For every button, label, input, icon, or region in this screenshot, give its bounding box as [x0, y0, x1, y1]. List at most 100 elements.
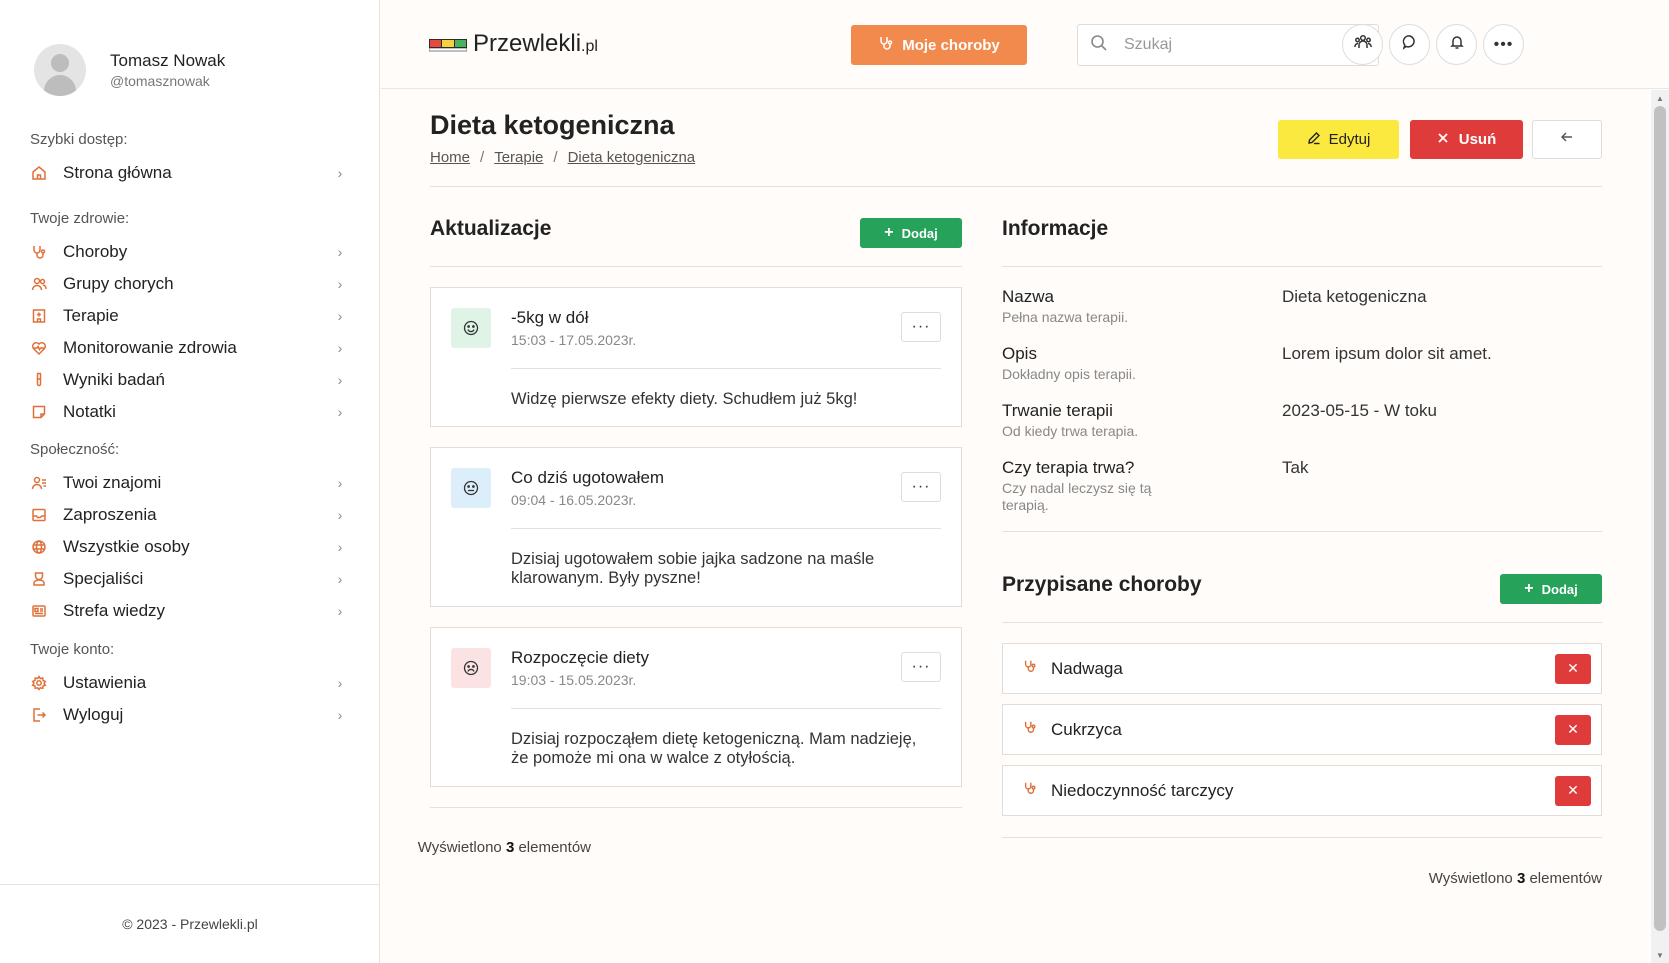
- remove-disease-button[interactable]: ✕: [1555, 653, 1591, 684]
- sidebar-item-wyniki-badan[interactable]: Wyniki badań ›: [30, 364, 350, 396]
- info-value: Tak: [1282, 458, 1309, 477]
- more-button[interactable]: •••: [1483, 24, 1524, 65]
- sidebar-item-wyloguj[interactable]: Wyloguj ›: [30, 699, 350, 731]
- my-diseases-button[interactable]: Moje choroby: [851, 25, 1027, 65]
- stethoscope-icon: [30, 243, 48, 261]
- add-label: Dodaj: [901, 225, 938, 241]
- disease-item[interactable]: Cukrzyca ✕: [1002, 704, 1602, 755]
- close-icon: [1437, 131, 1449, 148]
- chevron-right-icon: ›: [337, 404, 343, 420]
- plus-icon: +: [884, 224, 894, 241]
- nav-heading: Twoje konto:: [30, 641, 115, 658]
- disease-item[interactable]: Niedoczynność tarczycy ✕: [1002, 765, 1602, 816]
- sidebar-item-label: Wyloguj: [63, 705, 124, 724]
- logo[interactable]: Przewlekli.pl: [428, 30, 598, 58]
- groups-button[interactable]: [1342, 24, 1383, 65]
- update-more-button[interactable]: ···: [901, 652, 941, 682]
- main-content: Dieta ketogeniczna Home / Terapie / Diet…: [381, 90, 1651, 963]
- sidebar-item-notatki[interactable]: Notatki ›: [30, 396, 350, 428]
- chevron-right-icon: ›: [337, 244, 343, 260]
- count-number: 3: [505, 839, 515, 856]
- sidebar: Tomasz Nowak @tomasznowak Szybki dostęp:…: [0, 0, 380, 963]
- disease-item[interactable]: Nadwaga ✕: [1002, 643, 1602, 694]
- nav-quick-access: Szybki dostęp: Strona główna ›: [30, 131, 350, 189]
- users-icon: [1353, 33, 1372, 56]
- logo-suffix: .pl: [581, 38, 598, 55]
- back-button[interactable]: [1532, 120, 1602, 159]
- stethoscope-icon: [878, 35, 894, 55]
- sidebar-item-terapie[interactable]: Terapie ›: [30, 300, 350, 332]
- search-box[interactable]: [1077, 24, 1379, 66]
- disease-name: Cukrzyca: [1051, 719, 1122, 739]
- breadcrumb-terapie[interactable]: Terapie: [494, 149, 543, 166]
- disease-name: Niedoczynność tarczycy: [1051, 780, 1234, 800]
- scroll-thumb[interactable]: [1654, 106, 1666, 931]
- search-input[interactable]: [1124, 36, 1344, 54]
- updates-title: Aktualizacje: [430, 217, 552, 240]
- update-body: Dzisiaj ugotowałem sobie jajka sadzone n…: [511, 550, 875, 587]
- update-more-button[interactable]: ···: [901, 472, 941, 502]
- gear-icon: [30, 674, 48, 692]
- update-title: -5kg w dół: [511, 308, 589, 327]
- info-description: Pełna nazwa terapii.: [1002, 309, 1129, 325]
- sidebar-item-grupy-chorych[interactable]: Grupy chorych ›: [30, 268, 350, 300]
- remove-disease-button[interactable]: ✕: [1555, 714, 1591, 745]
- sidebar-item-choroby[interactable]: Choroby ›: [30, 236, 350, 268]
- sidebar-item-label: Zaproszenia: [63, 505, 157, 524]
- info-row-duration: Trwanie terapii Od kiedy trwa terapia. 2…: [1002, 401, 1602, 440]
- breadcrumb-separator: /: [480, 149, 485, 166]
- sidebar-item-zaproszenia[interactable]: Zaproszenia ›: [30, 499, 350, 531]
- info-value: Dieta ketogeniczna: [1282, 287, 1427, 306]
- stethoscope-icon: [1023, 720, 1037, 739]
- diseases-title: Przypisane choroby: [1002, 573, 1202, 596]
- breadcrumb-home[interactable]: Home: [430, 149, 470, 166]
- count-prefix: Wyświetlono: [417, 839, 502, 856]
- sidebar-item-label: Terapie: [63, 306, 119, 325]
- chevron-right-icon: ›: [337, 475, 343, 491]
- chevron-right-icon: ›: [337, 539, 343, 555]
- remove-disease-button[interactable]: ✕: [1555, 775, 1591, 806]
- chevron-right-icon: ›: [337, 675, 343, 691]
- update-more-button[interactable]: ···: [901, 312, 941, 342]
- sidebar-item-label: Ustawienia: [63, 673, 147, 692]
- updates-divider: [430, 266, 962, 267]
- update-card: Rozpoczęcie diety 19:03 - 15.05.2023r. ·…: [430, 627, 962, 787]
- sidebar-item-home[interactable]: Strona główna ›: [30, 157, 350, 189]
- sidebar-item-znajomi[interactable]: Twoi znajomi ›: [30, 467, 350, 499]
- update-date: 15:03 - 17.05.2023r.: [511, 332, 637, 348]
- plus-icon: +: [1524, 580, 1534, 597]
- add-update-button[interactable]: + Dodaj: [860, 218, 962, 248]
- messages-button[interactable]: [1389, 24, 1430, 65]
- update-card: -5kg w dół 15:03 - 17.05.2023r. ··· Widz…: [430, 287, 962, 427]
- sidebar-item-specjalisci[interactable]: Specjaliści ›: [30, 563, 350, 595]
- specialist-icon: [30, 570, 48, 588]
- sidebar-item-wszystkie-osoby[interactable]: Wszystkie osoby ›: [30, 531, 350, 563]
- scrollbar[interactable]: ▲ ▼: [1651, 90, 1669, 963]
- sidebar-item-label: Strona główna: [63, 163, 172, 182]
- delete-button[interactable]: Usuń: [1410, 120, 1523, 159]
- updates-count: Wyświetlono 3 elementów: [418, 839, 591, 856]
- scroll-up-icon[interactable]: ▲: [1651, 91, 1669, 105]
- sidebar-item-ustawienia[interactable]: Ustawienia ›: [30, 667, 350, 699]
- user-list-icon: [30, 474, 48, 492]
- arrow-left-icon: [1560, 130, 1574, 149]
- user-name: Tomasz Nowak: [110, 51, 226, 70]
- info-divider: [1002, 266, 1602, 267]
- sidebar-item-strefa-wiedzy[interactable]: Strefa wiedzy ›: [30, 595, 350, 627]
- header-divider: [430, 186, 1602, 187]
- sidebar-item-monitorowanie[interactable]: Monitorowanie zdrowia ›: [30, 332, 350, 364]
- user-profile[interactable]: Tomasz Nowak @tomasznowak: [34, 44, 225, 96]
- nav-community: Społeczność: Twoi znajomi › Zaproszenia …: [30, 441, 350, 627]
- search-icon: [1090, 34, 1108, 57]
- add-disease-button[interactable]: + Dodaj: [1500, 574, 1602, 604]
- edit-button[interactable]: Edytuj: [1278, 120, 1399, 159]
- nav-heading: Szybki dostęp:: [30, 131, 128, 148]
- chevron-right-icon: ›: [337, 603, 343, 619]
- notifications-button[interactable]: [1436, 24, 1477, 65]
- happy-face-icon: [451, 308, 491, 348]
- nav-heading: Społeczność:: [30, 441, 120, 458]
- stethoscope-icon: [1023, 781, 1037, 800]
- scroll-down-icon[interactable]: ▼: [1651, 948, 1669, 962]
- chevron-right-icon: ›: [337, 308, 343, 324]
- breadcrumb-current[interactable]: Dieta ketogeniczna: [568, 149, 696, 166]
